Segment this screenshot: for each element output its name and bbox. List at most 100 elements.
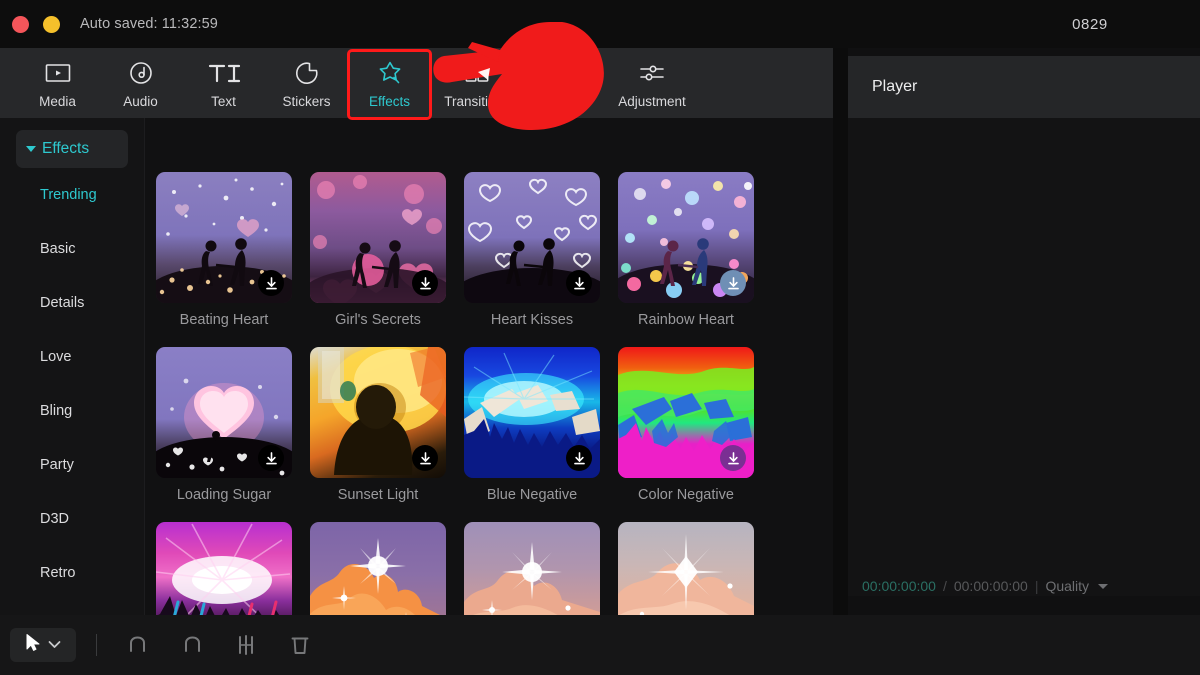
sidebar-item-d3d[interactable]: D3D: [0, 492, 144, 546]
tab-audio[interactable]: Audio: [99, 48, 182, 118]
sidebar-header-label: Effects: [42, 140, 89, 158]
left-panel: Media Audio: [0, 48, 833, 615]
effects-icon: [377, 58, 403, 88]
effect-card[interactable]: Girl's Secrets: [310, 172, 464, 347]
chevron-down-icon[interactable]: [48, 636, 61, 654]
chevron-down-icon: [26, 146, 36, 152]
sidebar-item-trending[interactable]: Trending: [0, 168, 144, 222]
tab-transitions[interactable]: Transitions: [431, 48, 523, 118]
toolbar-divider: [96, 634, 97, 656]
tab-label: Adjustment: [618, 94, 686, 109]
download-button[interactable]: [258, 270, 284, 296]
effect-thumbnail[interactable]: [310, 172, 446, 303]
bottom-toolbar: [0, 615, 1200, 675]
player-preview-stage[interactable]: [848, 118, 1200, 596]
effect-card[interactable]: [310, 522, 464, 615]
close-dot-icon[interactable]: [12, 16, 29, 33]
tab-label: Audio: [123, 94, 158, 109]
tab-bar: Media Audio: [0, 48, 833, 118]
download-button[interactable]: [412, 445, 438, 471]
sidebar-item-bling[interactable]: Bling: [0, 384, 144, 438]
tab-stickers[interactable]: Stickers: [265, 48, 348, 118]
minimize-dot-icon[interactable]: [43, 16, 60, 33]
effects-grid-area[interactable]: Beating Heart: [146, 118, 833, 615]
split-button[interactable]: [219, 625, 273, 665]
cursor-arrow-icon[interactable]: [25, 633, 42, 657]
window-controls: [12, 16, 60, 33]
effect-label: Color Negative: [618, 487, 754, 503]
app-window: Auto saved: 11:32:59 0829 Media: [0, 0, 1200, 675]
undo-button[interactable]: [111, 625, 165, 665]
quality-label[interactable]: Quality: [1045, 578, 1089, 594]
tab-media[interactable]: Media: [16, 48, 99, 118]
effect-card[interactable]: Rainbow Heart: [618, 172, 772, 347]
download-button[interactable]: [258, 445, 284, 471]
tab-adjustment[interactable]: Adjustment: [606, 48, 698, 118]
effect-label: Girl's Secrets: [310, 312, 446, 328]
effect-card[interactable]: [156, 522, 310, 615]
effect-card[interactable]: Sunset Light: [310, 347, 464, 522]
tab-filters[interactable]: Filters: [523, 48, 606, 118]
tab-label: Filters: [546, 94, 583, 109]
effect-card[interactable]: [464, 522, 618, 615]
tab-text[interactable]: Text: [182, 48, 265, 118]
tab-label: Text: [211, 94, 236, 109]
effects-sidebar: Effects Trending Basic Details Love Blin…: [0, 118, 145, 615]
effect-thumbnail[interactable]: [464, 522, 600, 615]
effect-thumbnail[interactable]: [464, 347, 600, 478]
player-footer: 00:00:00:00 / 00:00:00:00 | Quality: [848, 566, 1200, 606]
download-button[interactable]: [412, 270, 438, 296]
adjustment-icon: [638, 58, 666, 88]
tab-effects[interactable]: Effects: [348, 48, 431, 118]
effect-thumbnail[interactable]: [618, 172, 754, 303]
chevron-down-icon[interactable]: [1098, 584, 1108, 589]
effect-thumbnail[interactable]: [464, 172, 600, 303]
sidebar-item-label: Trending: [40, 187, 97, 203]
sidebar-item-basic[interactable]: Basic: [0, 222, 144, 276]
effect-thumbnail[interactable]: [310, 522, 446, 615]
audio-icon: [129, 58, 153, 88]
media-icon: [45, 58, 71, 88]
stickers-icon: [295, 58, 319, 88]
delete-button[interactable]: [273, 625, 327, 665]
effect-card[interactable]: Beating Heart: [156, 172, 310, 347]
redo-button[interactable]: [165, 625, 219, 665]
session-id: 0829: [980, 0, 1200, 48]
tab-label: Stickers: [282, 94, 330, 109]
download-button[interactable]: [720, 445, 746, 471]
total-timecode: 00:00:00:00: [954, 578, 1028, 594]
effect-thumbnail[interactable]: [310, 347, 446, 478]
effect-thumbnail[interactable]: [618, 522, 754, 615]
autosave-status: Auto saved: 11:32:59: [80, 16, 218, 32]
filters-icon: [553, 58, 577, 88]
player-title: Player: [872, 78, 917, 96]
sidebar-item-label: Retro: [40, 565, 75, 581]
download-button[interactable]: [566, 445, 592, 471]
sidebar-item-label: D3D: [40, 511, 69, 527]
effect-label: Beating Heart: [156, 312, 292, 328]
sidebar-item-love[interactable]: Love: [0, 330, 144, 384]
effect-thumbnail[interactable]: [156, 172, 292, 303]
sidebar-item-label: Bling: [40, 403, 72, 419]
footer-divider: |: [1035, 578, 1039, 594]
effect-card[interactable]: Heart Kisses: [464, 172, 618, 347]
sidebar-item-details[interactable]: Details: [0, 276, 144, 330]
effect-thumbnail[interactable]: [156, 347, 292, 478]
sidebar-item-retro[interactable]: Retro: [0, 546, 144, 600]
effect-label: Blue Negative: [464, 487, 600, 503]
tab-label: Media: [39, 94, 76, 109]
download-button[interactable]: [566, 270, 592, 296]
effect-card[interactable]: Loading Sugar: [156, 347, 310, 522]
sidebar-header-effects[interactable]: Effects: [16, 130, 128, 168]
effect-card[interactable]: Color Negative: [618, 347, 772, 522]
effect-card[interactable]: Blue Negative: [464, 347, 618, 522]
download-button[interactable]: [720, 270, 746, 296]
sidebar-item-label: Love: [40, 349, 71, 365]
sidebar-item-party[interactable]: Party: [0, 438, 144, 492]
select-tool-group[interactable]: [10, 628, 76, 662]
effect-thumbnail[interactable]: [156, 522, 292, 615]
player-header: Player: [848, 56, 1200, 118]
effect-card[interactable]: [618, 522, 772, 615]
effect-thumbnail[interactable]: [618, 347, 754, 478]
transitions-icon: [465, 58, 489, 88]
